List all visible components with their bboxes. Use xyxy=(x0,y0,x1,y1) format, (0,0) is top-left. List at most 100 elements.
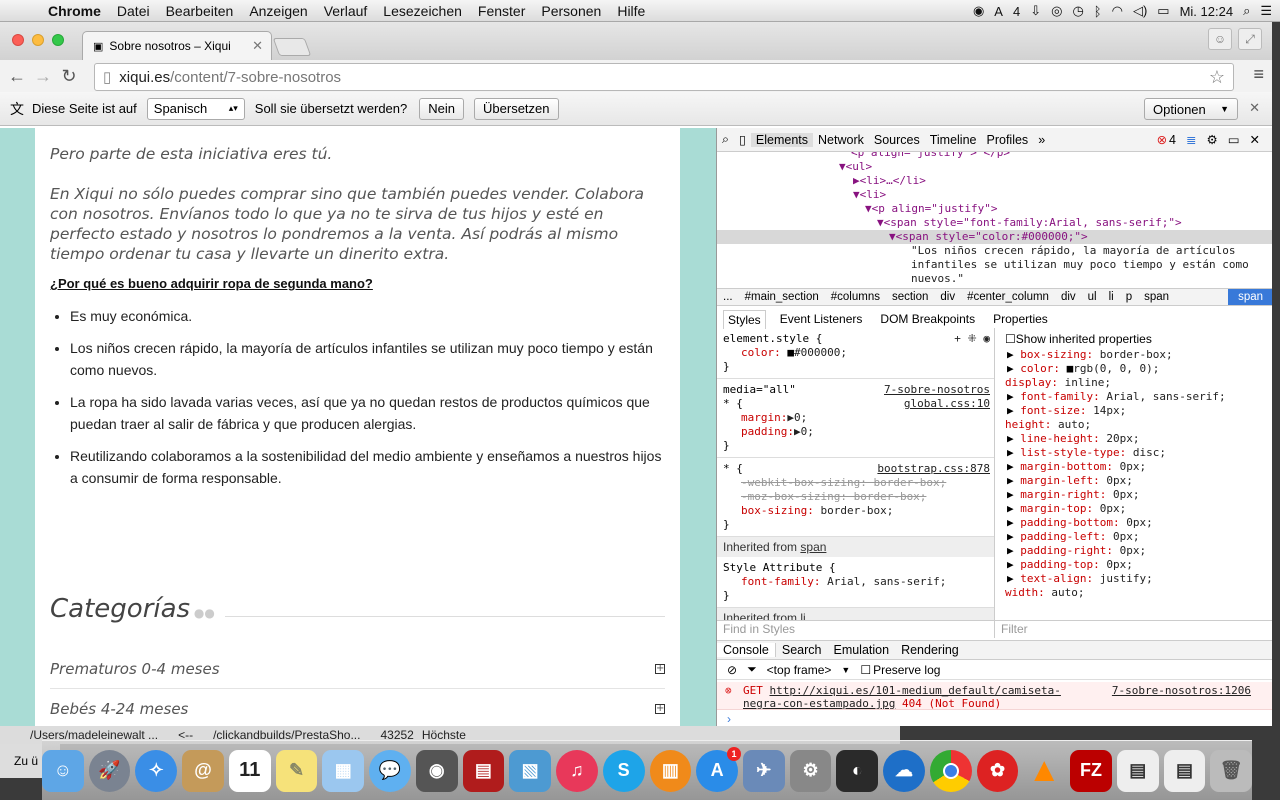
safari-icon[interactable]: ✧ xyxy=(135,749,178,792)
new-tab-button[interactable] xyxy=(272,38,312,56)
css-value[interactable]: ▶0; xyxy=(794,425,814,438)
dom-text[interactable]: nuevos." xyxy=(717,272,1272,286)
vlc-icon[interactable]: ▲ xyxy=(1023,750,1065,792)
computed-prop[interactable]: ▶ text-align: justify; xyxy=(1005,572,1265,586)
launchpad-icon[interactable]: 🚀 xyxy=(88,749,131,792)
documents-icon[interactable]: ▤ xyxy=(1116,749,1159,792)
tab-rendering[interactable]: Rendering xyxy=(895,643,965,657)
computed-prop[interactable]: ▶ color: ■rgb(0, 0, 0); xyxy=(1005,362,1265,376)
filezilla-icon[interactable]: FZ xyxy=(1070,749,1112,792)
messages-icon[interactable]: 💬 xyxy=(369,749,411,792)
expand-icon[interactable]: ▶ xyxy=(1007,362,1020,375)
css-overridden[interactable]: -moz-box-sizing: border-box; xyxy=(723,490,988,504)
console-prompt-icon[interactable]: › xyxy=(727,712,731,726)
options-dropdown[interactable]: Optionen ▼ xyxy=(1144,98,1238,120)
reload-icon[interactable]: ↻ xyxy=(56,66,82,87)
rule-source[interactable]: global.css:10 xyxy=(904,397,990,411)
dom-node[interactable]: ▼<span style="font-family:Arial, sans-se… xyxy=(717,216,1272,230)
tab-event-listeners[interactable]: Event Listeners xyxy=(776,310,867,329)
expand-icon[interactable]: ▶ xyxy=(1007,558,1020,571)
css-prop[interactable]: padding: xyxy=(741,425,794,438)
expand-icon[interactable]: ▶ xyxy=(1007,348,1020,361)
css-prop[interactable]: color: xyxy=(741,346,781,359)
css-rule[interactable]: * { bootstrap.css:878 -webkit-box-sizing… xyxy=(717,458,994,537)
tab-timeline[interactable]: Timeline xyxy=(925,133,982,147)
system-preferences-icon[interactable]: ⚙ xyxy=(789,749,832,792)
computed-prop[interactable]: ▶ line-height: 20px; xyxy=(1005,432,1265,446)
category-label[interactable]: Bebés 4-24 meses xyxy=(50,700,188,718)
contacts-icon[interactable]: @ xyxy=(182,749,224,792)
css-prop[interactable]: margin: xyxy=(741,411,787,424)
checkbox[interactable]: ☐ xyxy=(1005,332,1016,346)
crumb[interactable]: #main_section xyxy=(739,291,825,303)
rule-source[interactable]: bootstrap.css:878 xyxy=(877,462,990,476)
computed-prop[interactable]: ▶ padding-left: 0px; xyxy=(1005,530,1265,544)
expand-icon[interactable]: ▶ xyxy=(1007,502,1020,515)
tab-sources[interactable]: Sources xyxy=(869,133,925,147)
filter-icon[interactable]: ⏷ xyxy=(747,662,757,677)
computed-prop[interactable]: ▶ font-family: Arial, sans-serif; xyxy=(1005,390,1265,404)
devtools-close-icon[interactable]: ✕ xyxy=(1250,132,1260,147)
browser-tab[interactable]: ▣ Sobre nosotros – Xiqui ✕ xyxy=(82,31,272,60)
profile-icon[interactable]: ☺ xyxy=(1208,28,1232,50)
tab-profiles[interactable]: Profiles xyxy=(982,133,1034,147)
dom-text[interactable]: "Los niños crecen rápido, la mayoría de … xyxy=(717,244,1272,258)
tab-dom-breakpoints[interactable]: DOM Breakpoints xyxy=(876,310,979,329)
fullscreen-icon[interactable]: ⤢ xyxy=(1238,28,1262,50)
bookmark-star-icon[interactable]: ☆ xyxy=(1209,67,1225,88)
zoom-window-button[interactable] xyxy=(52,34,64,46)
computed-prop[interactable]: ▶ margin-bottom: 0px; xyxy=(1005,460,1265,474)
photo-booth-icon[interactable]: ▤ xyxy=(462,749,505,792)
clock[interactable]: Mi. 12:24 xyxy=(1180,4,1233,19)
wifi-icon[interactable]: ◠ xyxy=(1112,3,1123,19)
menu-bearbeiten[interactable]: Bearbeiten xyxy=(158,3,242,19)
find-in-styles-input[interactable]: Find in Styles xyxy=(717,621,995,638)
frame-select[interactable]: <top frame> xyxy=(767,663,832,677)
back-icon[interactable]: ← xyxy=(4,66,30,87)
error-source[interactable]: 7-sobre-nosotros:1206 xyxy=(1112,684,1251,697)
console-drawer-icon[interactable]: ≣ xyxy=(1186,132,1196,147)
dom-node[interactable]: <p align="justify"> </p> xyxy=(717,152,1272,160)
calendar-icon[interactable]: 11 xyxy=(228,749,271,792)
nein-button[interactable]: Nein xyxy=(419,97,465,120)
tab-elements[interactable]: Elements xyxy=(750,132,814,147)
expand-icon[interactable]: ▶ xyxy=(1007,572,1020,585)
address-bar[interactable]: ▯ xiqui.es /content/7-sobre-nosotros ☆ xyxy=(94,63,1234,91)
strawberry-icon[interactable]: ✿ xyxy=(976,749,1019,792)
inherited-link[interactable]: li xyxy=(800,611,805,620)
crumb[interactable]: section xyxy=(886,291,934,303)
css-overridden[interactable]: -webkit-box-sizing: border-box; xyxy=(723,476,988,490)
css-value[interactable]: Arial, sans-serif; xyxy=(827,575,946,588)
expand-icon[interactable]: ▶ xyxy=(1007,530,1020,543)
dock-icon[interactable]: ▭ xyxy=(1228,132,1240,147)
expand-icon[interactable]: ▶ xyxy=(1007,544,1020,557)
translate-close-icon[interactable]: ✕ xyxy=(1249,100,1260,116)
notes-icon[interactable]: ✎ xyxy=(275,749,318,792)
tab-styles[interactable]: Styles xyxy=(723,310,766,329)
crumb[interactable]: p xyxy=(1120,291,1138,303)
font-icon[interactable]: A xyxy=(994,4,1003,19)
preview-icon[interactable]: ▦ xyxy=(322,749,365,792)
trash-icon[interactable]: 🗑 xyxy=(1210,749,1253,792)
category-row[interactable]: Prematuros 0-4 meses + xyxy=(50,649,665,689)
computed-prop[interactable]: ▶ box-sizing: border-box; xyxy=(1005,348,1265,362)
clear-console-icon[interactable]: ⊘ xyxy=(727,663,737,677)
crumb-active[interactable]: span xyxy=(1228,289,1272,305)
error-icon[interactable]: ⊗ xyxy=(1157,132,1167,147)
tab-search[interactable]: Search xyxy=(776,643,828,657)
expand-icon[interactable]: ▶ xyxy=(1007,488,1020,501)
translate-button[interactable]: Übersetzen xyxy=(474,97,559,120)
computed-prop[interactable]: ▶ margin-left: 0px; xyxy=(1005,474,1265,488)
spotlight-icon[interactable]: ⌕ xyxy=(1243,3,1250,19)
more-tabs-icon[interactable]: » xyxy=(1033,133,1050,147)
menu-fenster[interactable]: Fenster xyxy=(470,3,533,19)
openoffice-icon[interactable]: ☁ xyxy=(883,749,925,792)
preserve-log-checkbox[interactable]: ☐ xyxy=(860,663,871,677)
crumb[interactable]: li xyxy=(1103,291,1120,303)
filter-input[interactable]: Filter xyxy=(995,621,1272,638)
tab-network[interactable]: Network xyxy=(813,133,869,147)
computed-prop[interactable]: ▶ font-size: 14px; xyxy=(1005,404,1265,418)
dom-node[interactable]: ▶<li>…</li> xyxy=(717,174,1272,188)
css-prop[interactable]: box-sizing: xyxy=(741,504,814,517)
css-prop[interactable]: font-family: xyxy=(741,575,820,588)
